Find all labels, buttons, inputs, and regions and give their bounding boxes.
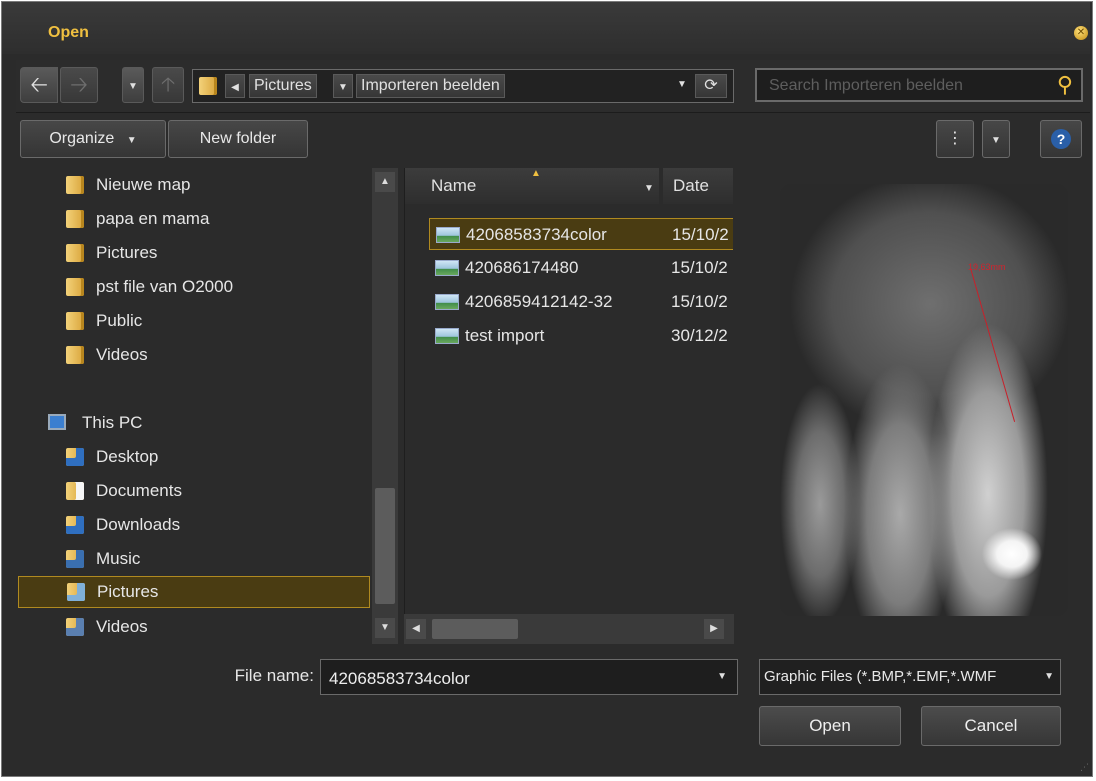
column-header-name[interactable]: Name ▲ — [405, 168, 659, 204]
file-name-combobox[interactable]: ▼ — [320, 659, 738, 695]
command-bar: Organize ▼ New folder ⋮ ▼ ? — [16, 116, 1090, 164]
close-icon[interactable]: ✕ — [1074, 26, 1088, 40]
videos-folder-icon — [66, 618, 84, 636]
cancel-button[interactable]: Cancel — [921, 706, 1061, 746]
tree-item-pictures-selected[interactable]: Pictures — [18, 576, 370, 608]
image-file-icon — [435, 294, 459, 310]
breadcrumb-item-pictures[interactable]: Pictures — [249, 74, 317, 98]
chevron-down-icon: ▼ — [126, 135, 137, 146]
scroll-left-icon[interactable]: ◀ — [406, 619, 426, 639]
image-file-icon — [435, 328, 459, 344]
scroll-thumb[interactable] — [375, 488, 395, 604]
navigation-pane[interactable]: Nieuwe map papa en mama Pictures pst fil… — [16, 168, 372, 644]
image-file-icon — [436, 227, 460, 243]
view-options-icon[interactable]: ⋮ — [936, 120, 974, 158]
file-row[interactable]: 42068583734color 15/10/2 — [429, 218, 733, 250]
resize-grip-icon[interactable]: ⋰ — [1080, 762, 1090, 772]
search-icon[interactable]: ⚲ — [1057, 72, 1073, 98]
window-title: Open — [48, 24, 89, 41]
measurement-line — [970, 267, 1016, 422]
breadcrumb-chevron-icon[interactable]: ◀ — [225, 74, 245, 98]
folder-icon — [199, 77, 217, 95]
title-bar[interactable]: Open ✕ — [2, 2, 1090, 54]
file-type-filter[interactable]: Graphic Files (*.BMP,*.EMF,*.WMF ▼ — [759, 659, 1061, 695]
up-arrow-icon[interactable]: 🡡 — [152, 67, 184, 103]
recent-locations-dropdown-icon[interactable]: ▼ — [122, 67, 144, 103]
computer-icon — [48, 414, 66, 430]
folder-icon — [66, 278, 84, 296]
sort-ascending-icon: ▲ — [531, 168, 541, 179]
folder-icon — [66, 176, 84, 194]
column-filter-dropdown-icon[interactable]: ▼ — [639, 168, 659, 204]
scroll-right-icon[interactable]: ▶ — [704, 619, 724, 639]
navigation-scrollbar[interactable]: ▲ ▼ — [372, 168, 398, 644]
file-list-horizontal-scrollbar[interactable]: ◀ ▶ — [404, 614, 734, 644]
refresh-icon[interactable]: ⟳ — [695, 74, 727, 98]
file-name-dropdown-icon[interactable]: ▼ — [717, 671, 727, 682]
documents-folder-icon — [66, 482, 84, 500]
file-row[interactable]: 4206859412142-32 15/10/2 — [429, 286, 733, 318]
search-input[interactable] — [767, 74, 1031, 98]
view-dropdown-icon[interactable]: ▼ — [982, 120, 1010, 158]
folder-icon — [66, 312, 84, 330]
downloads-folder-icon — [66, 516, 84, 534]
scroll-thumb[interactable] — [432, 619, 518, 639]
forward-arrow-icon[interactable]: 🡢 — [60, 67, 98, 103]
dental-xray-preview: 19,63mm — [780, 184, 1068, 616]
organize-label: Organize — [49, 130, 115, 147]
folder-icon — [66, 210, 84, 228]
scroll-up-icon[interactable]: ▲ — [375, 172, 395, 192]
file-name-label: File name: — [234, 666, 314, 685]
file-name-input[interactable] — [327, 666, 701, 692]
address-bar[interactable]: ◀ Pictures ▼ Importeren beelden ▼ ⟳ — [192, 69, 734, 103]
measurement-label: 19,63mm — [968, 262, 1006, 272]
folder-icon — [66, 346, 84, 364]
breadcrumb-item-importeren-beelden[interactable]: Importeren beelden — [356, 74, 505, 98]
filter-dropdown-icon[interactable]: ▼ — [1040, 660, 1054, 694]
image-file-icon — [435, 260, 459, 276]
help-icon[interactable]: ? — [1040, 120, 1082, 158]
organize-button[interactable]: Organize ▼ — [20, 120, 166, 158]
file-row[interactable]: test import 30/12/2 — [429, 320, 733, 352]
back-arrow-icon[interactable]: 🡠 — [20, 67, 58, 103]
scroll-down-icon[interactable]: ▼ — [375, 618, 395, 638]
file-list[interactable]: Name ▲ ▼ Date 42068583734color 15/10/2 4… — [404, 168, 733, 644]
file-row[interactable]: 420686174480 15/10/2 — [429, 252, 733, 284]
address-dropdown-icon[interactable]: ▼ — [677, 79, 687, 90]
column-header-date[interactable]: Date — [663, 168, 733, 204]
desktop-folder-icon — [66, 448, 84, 466]
breadcrumb-dropdown-icon[interactable]: ▼ — [333, 74, 353, 98]
open-button[interactable]: Open — [759, 706, 901, 746]
new-folder-button[interactable]: New folder — [168, 120, 308, 158]
music-folder-icon — [66, 550, 84, 568]
pictures-folder-icon — [67, 583, 85, 601]
folder-icon — [66, 244, 84, 262]
search-box[interactable]: ⚲ — [755, 68, 1083, 102]
